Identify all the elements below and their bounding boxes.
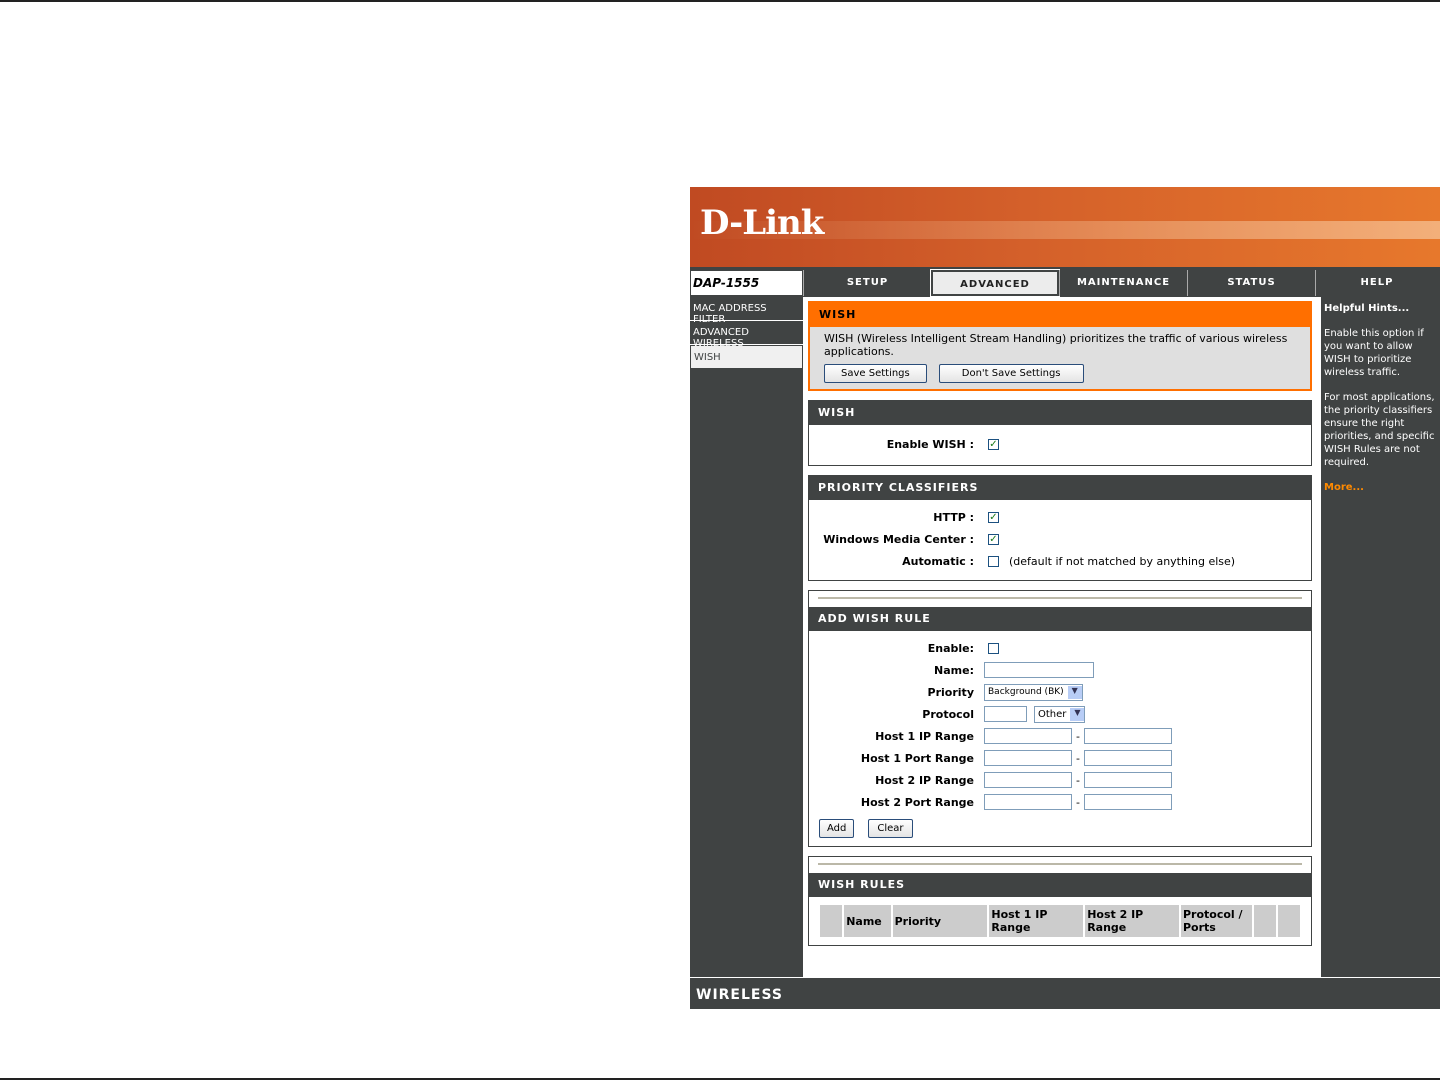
rule-name-input[interactable] — [984, 662, 1094, 678]
help-title: Helpful Hints... — [1324, 303, 1410, 314]
clear-button[interactable]: Clear — [868, 819, 913, 838]
tab-help[interactable]: HELP — [1315, 270, 1438, 296]
wmc-checkbox[interactable]: ✓ — [988, 533, 999, 545]
help-panel: Helpful Hints... Enable this option if y… — [1317, 297, 1440, 977]
wish-rules-title: WISH RULES — [809, 873, 1311, 897]
rule-name-label: Name: — [934, 663, 974, 677]
tab-maintenance[interactable]: MAINTENANCE — [1059, 270, 1187, 296]
column-header: Host 1 IP Range — [989, 905, 1084, 937]
host2-port-end-input[interactable] — [1083, 794, 1172, 810]
tab-status[interactable]: STATUS — [1187, 270, 1315, 296]
main-content: WISH WISH (Wireless Intelligent Stream H… — [803, 297, 1317, 977]
host2-port-label: Host 2 Port Range — [860, 795, 974, 809]
wish-title: WISH — [809, 401, 1311, 425]
protocol-input[interactable] — [984, 706, 1027, 722]
enable-wish-label: Enable WISH : — [886, 437, 974, 451]
column-header: Name — [844, 905, 891, 937]
model-label: DAP-1555 — [690, 270, 803, 296]
help-text-2: For most applications, the priority clas… — [1324, 392, 1435, 468]
column-header — [1253, 905, 1276, 937]
classifiers-title: PRIORITY CLASSIFIERS — [809, 476, 1311, 500]
host2-ip-start-input[interactable] — [984, 772, 1072, 788]
priority-classifiers-section: PRIORITY CLASSIFIERS HTTP : ✓ Windows Med… — [808, 475, 1312, 581]
sidebar: MAC ADDRESS FILTER ADVANCED WIRELESS WIS… — [690, 297, 803, 369]
help-more-link[interactable]: More... — [1324, 481, 1437, 494]
protocol-select[interactable]: Other ▼ — [1034, 705, 1086, 723]
protocol-label: Protocol — [922, 707, 974, 721]
host1-port-end-input[interactable] — [1083, 750, 1172, 766]
column-header — [820, 905, 843, 937]
help-text-1: Enable this option if you want to allow … — [1324, 328, 1424, 378]
chevron-down-icon: ▼ — [1070, 707, 1085, 721]
wmc-label: Windows Media Center : — [823, 532, 974, 546]
host1-ip-start-input[interactable] — [984, 728, 1072, 744]
intro-section: WISH WISH (Wireless Intelligent Stream H… — [808, 301, 1312, 391]
add-button[interactable]: Add — [819, 819, 855, 838]
automatic-checkbox[interactable] — [988, 555, 999, 567]
host2-ip-end-input[interactable] — [1083, 772, 1172, 788]
top-rule — [0, 0, 1440, 2]
router-admin-page: D-Link DAP-1555 SETUP ADVANCED MAINTENAN… — [690, 187, 1440, 1009]
add-rule-title: ADD WISH RULE — [809, 607, 1311, 631]
column-header — [1277, 905, 1300, 937]
save-settings-button[interactable]: Save Settings — [824, 364, 927, 383]
footer-wireless: WIRELESS — [690, 977, 1440, 1009]
enable-wish-checkbox[interactable]: ✓ — [988, 438, 999, 450]
column-header: Host 2 IP Range — [1085, 905, 1179, 937]
dlink-logo: D-Link — [700, 203, 824, 243]
priority-select[interactable]: Background (BK) ▼ — [984, 683, 1083, 701]
column-header: Protocol / Ports — [1180, 905, 1252, 937]
http-checkbox[interactable]: ✓ — [988, 511, 999, 523]
banner: D-Link — [690, 187, 1440, 267]
priority-label: Priority — [927, 685, 974, 699]
dont-save-settings-button[interactable]: Don't Save Settings — [938, 364, 1084, 383]
http-label: HTTP : — [933, 510, 974, 524]
wish-rules-section: WISH RULES Name Priority Host 1 IP Range… — [808, 856, 1312, 946]
rule-enable-label: Enable: — [927, 641, 974, 655]
wish-rules-table: Name Priority Host 1 IP Range Host 2 IP … — [818, 903, 1302, 939]
intro-title: WISH — [810, 303, 1310, 327]
automatic-label: Automatic : — [902, 554, 974, 568]
host1-port-label: Host 1 Port Range — [860, 751, 974, 765]
bottom-rule — [0, 1078, 1440, 1080]
wish-section: WISH Enable WISH : ✓ — [808, 400, 1312, 466]
tab-advanced[interactable]: ADVANCED — [930, 269, 1060, 297]
intro-text: WISH (Wireless Intelligent Stream Handli… — [824, 332, 1288, 358]
column-header: Priority — [892, 905, 988, 937]
automatic-note: (default if not matched by anything else… — [1009, 554, 1236, 568]
host1-ip-label: Host 1 IP Range — [875, 729, 974, 743]
tab-setup[interactable]: SETUP — [803, 270, 931, 296]
host1-ip-end-input[interactable] — [1083, 728, 1172, 744]
chevron-down-icon: ▼ — [1067, 685, 1082, 699]
host2-ip-label: Host 2 IP Range — [875, 773, 974, 787]
host1-port-start-input[interactable] — [984, 750, 1072, 766]
sidebar-item-mac-filter[interactable]: MAC ADDRESS FILTER — [690, 297, 803, 325]
add-wish-rule-section: ADD WISH RULE Enable: Name: Priority Back… — [808, 590, 1312, 847]
top-nav: DAP-1555 SETUP ADVANCED MAINTENANCE STAT… — [690, 269, 1440, 297]
host2-port-start-input[interactable] — [984, 794, 1072, 810]
rule-enable-checkbox[interactable] — [988, 642, 999, 654]
